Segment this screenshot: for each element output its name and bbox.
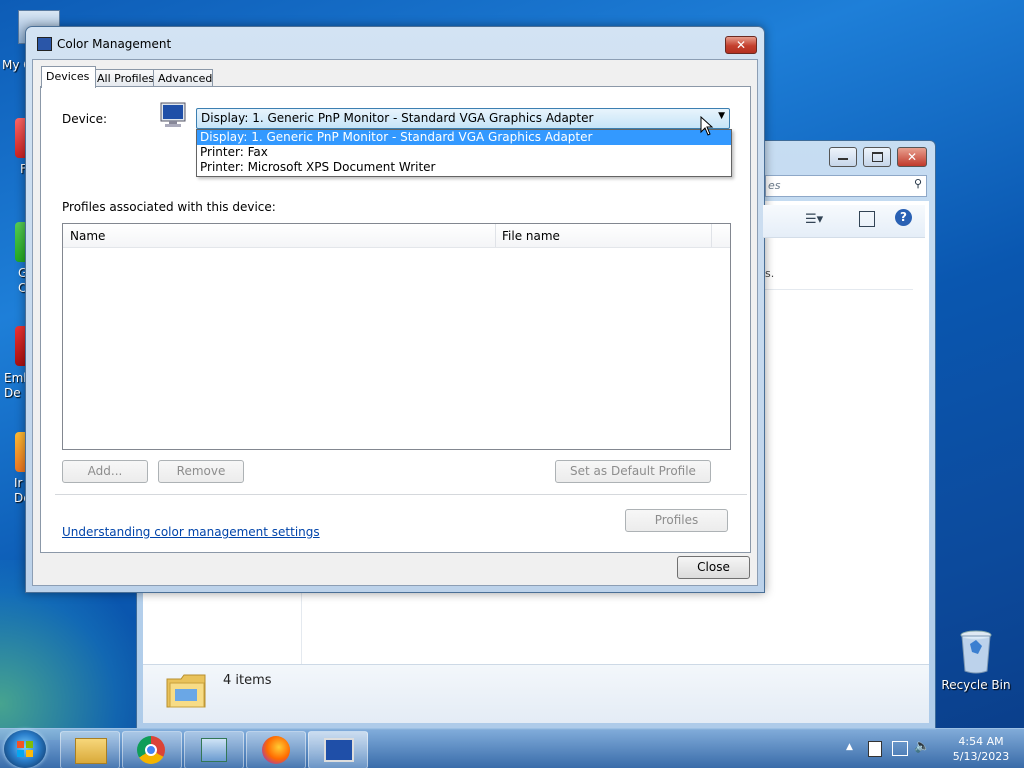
show-hidden-icons-icon[interactable]: ▲ xyxy=(846,742,853,752)
start-button[interactable] xyxy=(4,730,46,768)
taskbar: ▲ 🔈 4:54 AM 5/13/2023 xyxy=(0,728,1024,768)
column-header-file-name[interactable]: File name xyxy=(502,229,560,243)
volume-icon[interactable]: 🔈 xyxy=(914,739,930,754)
add-button[interactable]: Add... xyxy=(62,460,148,483)
device-option[interactable]: Printer: Microsoft XPS Document Writer xyxy=(197,160,731,175)
desktop-icon-recycle-bin[interactable]: Recycle Bin xyxy=(940,630,1012,692)
device-select-value: Display: 1. Generic PnP Monitor - Standa… xyxy=(201,111,594,125)
clock-time: 4:54 AM xyxy=(958,735,1004,748)
profiles-label: Profiles associated with this device: xyxy=(62,200,276,214)
recycle-bin-icon xyxy=(960,630,992,674)
close-icon: ✕ xyxy=(906,150,918,164)
dialog-title: Color Management xyxy=(57,37,172,51)
device-option[interactable]: Printer: Fax xyxy=(197,145,731,160)
column-divider[interactable] xyxy=(495,224,496,247)
tab-all-profiles[interactable]: All Profiles xyxy=(92,69,158,87)
network-icon[interactable] xyxy=(892,741,908,756)
maximize-button[interactable] xyxy=(863,147,891,167)
taskbar-firefox[interactable] xyxy=(246,731,306,768)
folder-icon xyxy=(165,669,209,713)
device-label: Device: xyxy=(62,112,108,126)
search-placeholder: es xyxy=(768,179,781,192)
minimize-icon xyxy=(838,158,848,160)
profiles-button[interactable]: Profiles xyxy=(625,509,728,532)
clock[interactable]: 4:54 AM 5/13/2023 xyxy=(942,734,1020,764)
dialog-client: Devices All Profiles Advanced Device: Di… xyxy=(32,59,758,586)
column-header-name[interactable]: Name xyxy=(70,229,105,243)
list-header: Name File name xyxy=(63,224,730,248)
dialog-close-x-button[interactable]: ✕ xyxy=(725,36,757,54)
device-select[interactable]: Display: 1. Generic PnP Monitor - Standa… xyxy=(196,108,730,129)
taskbar-color-management[interactable] xyxy=(308,731,368,768)
windows-logo-icon xyxy=(17,741,33,757)
system-tray: ▲ 🔈 4:54 AM 5/13/2023 xyxy=(842,729,1024,768)
recycle-bin-label: Recycle Bin xyxy=(941,678,1011,692)
folder-icon xyxy=(75,738,107,764)
help-icon[interactable]: ? xyxy=(895,209,912,226)
taskbar-app[interactable] xyxy=(184,731,244,768)
taskbar-explorer[interactable] xyxy=(60,731,120,768)
close-button[interactable]: Close xyxy=(677,556,750,579)
chevron-down-icon[interactable]: ▼ xyxy=(718,111,725,121)
color-management-icon xyxy=(37,37,52,51)
set-default-profile-button[interactable]: Set as Default Profile xyxy=(555,460,711,483)
search-input[interactable]: es ⚲ xyxy=(765,175,927,197)
remove-button[interactable]: Remove xyxy=(158,460,244,483)
taskbar-chrome[interactable] xyxy=(122,731,182,768)
monitor-icon xyxy=(324,738,354,762)
devices-tab-panel: Device: Display: 1. Generic PnP Monitor … xyxy=(40,86,751,553)
action-center-flag-icon[interactable] xyxy=(868,741,882,757)
device-dropdown-list[interactable]: Display: 1. Generic PnP Monitor - Standa… xyxy=(196,129,732,177)
search-icon: ⚲ xyxy=(913,177,922,190)
column-divider[interactable] xyxy=(711,224,712,247)
color-management-dialog[interactable]: Color Management ✕ Devices All Profiles … xyxy=(25,26,765,593)
monitor-icon xyxy=(159,101,187,129)
status-bar: 4 items xyxy=(143,664,929,723)
chrome-icon xyxy=(137,736,165,764)
firefox-icon xyxy=(262,736,290,764)
minimize-button[interactable] xyxy=(829,147,857,167)
divider xyxy=(765,289,913,290)
status-item-count: 4 items xyxy=(223,673,272,688)
understanding-color-management-link[interactable]: Understanding color management settings xyxy=(62,525,320,539)
device-option[interactable]: Display: 1. Generic PnP Monitor - Standa… xyxy=(197,130,731,145)
explorer-partial-text: s. xyxy=(765,267,775,280)
close-icon: ✕ xyxy=(735,38,747,52)
view-options-icon[interactable]: ☰▾ xyxy=(805,212,823,227)
tab-advanced[interactable]: Advanced xyxy=(153,69,213,87)
clock-date: 5/13/2023 xyxy=(952,750,1010,763)
toolbar: ☰▾ ? xyxy=(763,205,925,238)
installer-icon xyxy=(201,738,227,762)
divider xyxy=(55,494,747,495)
close-button[interactable]: ✕ xyxy=(897,147,927,167)
tab-devices[interactable]: Devices xyxy=(41,66,96,88)
profiles-list[interactable]: Name File name xyxy=(62,223,731,450)
maximize-icon xyxy=(872,152,883,162)
mouse-cursor-icon xyxy=(700,115,714,139)
preview-pane-icon[interactable] xyxy=(859,211,875,227)
dialog-titlebar[interactable]: Color Management ✕ xyxy=(26,27,764,57)
